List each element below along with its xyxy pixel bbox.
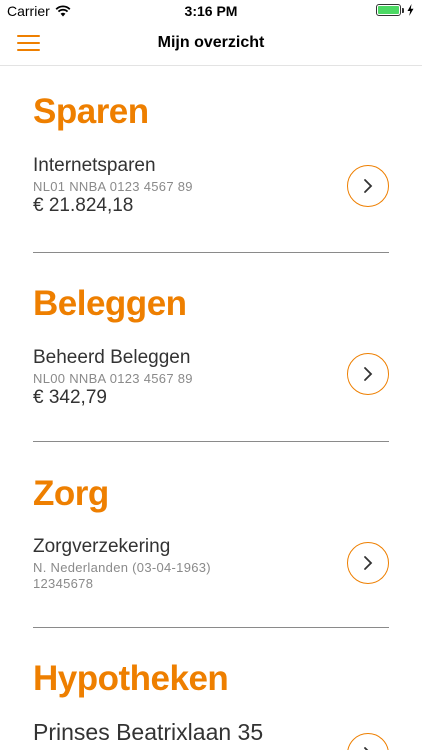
- section-title: Hypotheken: [33, 659, 229, 698]
- section-divider: [33, 252, 389, 253]
- account-iban: NL01 NNBA 0123 4567 89: [33, 179, 193, 194]
- status-time: 3:16 PM: [184, 3, 238, 19]
- open-account-button[interactable]: [347, 542, 389, 584]
- battery-tip: [402, 7, 404, 13]
- account-policy-number: 12345678: [33, 576, 94, 591]
- account-name: Beheerd Beleggen: [33, 347, 191, 368]
- section-title: Sparen: [33, 92, 149, 131]
- nav-bar: Mijn overzicht: [0, 22, 422, 66]
- section-title: Zorg: [33, 474, 109, 513]
- section-divider: [33, 627, 389, 628]
- section-divider: [33, 441, 389, 442]
- open-account-button[interactable]: [347, 353, 389, 395]
- account-item-hypotheek[interactable]: Prinses Beatrixlaan 35: [33, 719, 389, 750]
- account-item-zorgverzekering[interactable]: Zorgverzekering N. Nederlanden (03-04-19…: [33, 536, 389, 591]
- open-account-button[interactable]: [347, 165, 389, 207]
- battery-icon: [376, 4, 401, 16]
- account-iban: NL00 NNBA 0123 4567 89: [33, 371, 193, 386]
- account-insurer: N. Nederlanden (03-04-1963): [33, 560, 211, 575]
- section-zorg: Zorg Zorgverzekering N. Nederlanden (03-…: [33, 474, 389, 591]
- page-title: Mijn overzicht: [157, 34, 265, 51]
- section-sparen: Sparen Internetsparen NL01 NNBA 0123 456…: [33, 92, 389, 216]
- charging-icon: [407, 4, 414, 16]
- account-item-beheerd-beleggen[interactable]: Beheerd Beleggen NL00 NNBA 0123 4567 89 …: [33, 347, 389, 409]
- chevron-right-icon: [364, 367, 373, 381]
- section-hypotheken: Hypotheken Prinses Beatrixlaan 35: [33, 659, 389, 750]
- screen: Carrier 3:16 PM Mijn overzicht Sparen In…: [0, 0, 422, 750]
- chevron-right-icon: [364, 556, 373, 570]
- account-name: Prinses Beatrixlaan 35: [33, 719, 264, 745]
- account-balance: € 342,79: [33, 387, 107, 408]
- chevron-right-icon: [364, 747, 369, 750]
- battery-fill: [378, 6, 399, 14]
- status-bar: Carrier 3:16 PM: [0, 0, 422, 22]
- chevron-right-icon: [364, 179, 373, 193]
- account-name: Zorgverzekering: [33, 536, 171, 557]
- account-item-internetsparen[interactable]: Internetsparen NL01 NNBA 0123 4567 89 € …: [33, 155, 389, 217]
- status-right: [376, 4, 414, 16]
- section-title: Beleggen: [33, 284, 187, 323]
- account-name: Internetsparen: [33, 155, 156, 176]
- section-beleggen: Beleggen Beheerd Beleggen NL00 NNBA 0123…: [33, 284, 389, 408]
- account-balance: € 21.824,18: [33, 195, 134, 216]
